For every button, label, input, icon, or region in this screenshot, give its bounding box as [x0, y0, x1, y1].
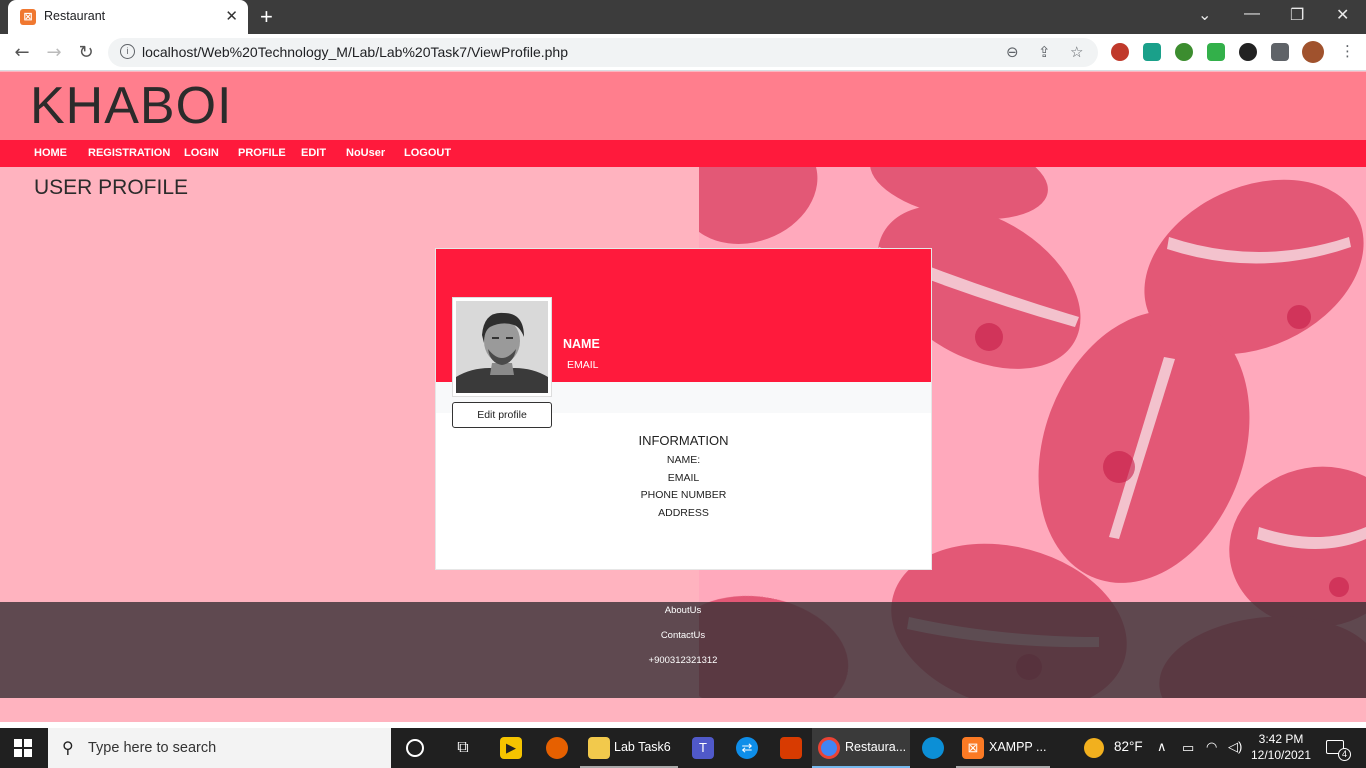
taskbar-search-box[interactable]: ⚲ Type here to search [48, 728, 391, 768]
site-header: KHABOI [0, 72, 1366, 140]
main-nav: HOME REGISTRATION LOGIN PROFILE EDIT NoU… [0, 140, 1366, 167]
volume-icon[interactable]: ◁) [1228, 739, 1244, 768]
chrome-icon [818, 737, 840, 759]
share-icon[interactable]: ⇪ [1038, 43, 1051, 61]
windows-taskbar: ⚲ Type here to search ⧉ ▶ Lab Task6 T ⇄ … [0, 728, 1366, 768]
notification-count: 4 [1338, 748, 1351, 761]
site-info-icon[interactable]: i [120, 44, 135, 59]
nav-profile[interactable]: PROFILE [238, 147, 286, 159]
cortana-icon[interactable] [400, 728, 434, 768]
xampp-favicon-icon: ⊠ [20, 9, 36, 25]
player-app-icon[interactable]: ▶ [494, 728, 528, 768]
reload-icon[interactable]: ↻ [74, 41, 98, 65]
page-title: USER PROFILE [34, 176, 189, 199]
site-logo[interactable]: KHABOI [30, 76, 233, 136]
restore-icon[interactable]: ❐ [1290, 5, 1304, 25]
battery-icon[interactable]: ▭ [1182, 740, 1198, 768]
task-view-icon[interactable]: ⧉ [446, 728, 480, 768]
tray-chevron-icon[interactable]: ∧ [1157, 739, 1171, 768]
profile-information: INFORMATION NAME: EMAIL PHONE NUMBER ADD… [436, 433, 931, 522]
extension-red-icon[interactable] [1111, 43, 1129, 61]
footer-about-link[interactable]: AboutUs [0, 605, 1366, 616]
clock[interactable]: 3:42 PM 12/10/2021 [1250, 728, 1312, 768]
xampp-icon: ⊠ [962, 737, 984, 759]
office-icon[interactable] [774, 728, 808, 768]
address-bar[interactable]: i localhost/Web%20Technology_M/Lab/Lab%2… [108, 38, 1098, 67]
footer-phone-link[interactable]: +900312321312 [0, 655, 1366, 666]
person-portrait-image [456, 301, 548, 393]
nav-home[interactable]: HOME [34, 147, 67, 159]
weather-sun-icon [1084, 738, 1104, 758]
tab-search-chevron-icon[interactable]: ⌄ [1198, 5, 1211, 25]
notification-center-icon[interactable]: 4 [1322, 728, 1352, 768]
edge-icon[interactable] [916, 728, 950, 768]
teamviewer-icon[interactable]: ⇄ [730, 728, 764, 768]
browser-menu-icon[interactable]: ⋮ [1340, 42, 1355, 60]
profile-avatar[interactable] [1302, 41, 1324, 63]
window-close-icon[interactable]: ✕ [1336, 5, 1349, 25]
footer-contact-link[interactable]: ContactUs [0, 630, 1366, 641]
back-arrow-icon[interactable]: ← [10, 41, 34, 65]
extension-27-icon[interactable] [1143, 43, 1161, 61]
taskbar-chrome-restaurant[interactable]: Restaura... [812, 728, 910, 768]
nav-nouser[interactable]: NoUser [346, 147, 385, 159]
new-tab-icon[interactable]: + [260, 4, 273, 30]
forward-arrow-icon[interactable]: → [42, 41, 66, 65]
edit-profile-button[interactable]: Edit profile [452, 402, 552, 428]
nav-registration[interactable]: REGISTRATION [88, 147, 170, 159]
firefox-icon[interactable] [540, 728, 574, 768]
info-email: EMAIL [667, 471, 700, 484]
profile-name-label: NAME [563, 337, 600, 351]
weather-widget[interactable]: 82°F [1084, 728, 1154, 768]
taskbar-search-placeholder: Type here to search [88, 740, 217, 756]
site-footer: AboutUs ContactUs +900312321312 [0, 602, 1366, 698]
taskbar-xampp[interactable]: ⊠ XAMPP ... [956, 728, 1050, 768]
extension-circle-icon[interactable] [1239, 43, 1257, 61]
tab-title: Restaurant [44, 9, 106, 23]
minimize-icon[interactable]: — [1244, 5, 1260, 23]
profile-card: NAME EMAIL Edit profile INFORMATION NAME… [435, 248, 932, 570]
browser-toolbar: ← → ↻ i localhost/Web%20Technology_M/Lab… [0, 34, 1366, 71]
extension-shield-icon[interactable] [1207, 43, 1225, 61]
folder-icon [588, 737, 610, 759]
zoom-icon[interactable]: ⊖ [1006, 43, 1019, 61]
url-text[interactable]: localhost/Web%20Technology_M/Lab/Lab%20T… [142, 44, 568, 60]
nav-logout[interactable]: LOGOUT [404, 147, 451, 159]
profile-avatar-photo [452, 297, 552, 397]
nav-login[interactable]: LOGIN [184, 147, 219, 159]
profile-email-label: EMAIL [567, 359, 599, 371]
search-icon: ⚲ [62, 738, 74, 757]
teams-icon[interactable]: T [686, 728, 720, 768]
extensions-puzzle-icon[interactable] [1271, 43, 1289, 61]
info-address: ADDRESS [658, 506, 709, 519]
extension-globe-icon[interactable] [1175, 43, 1193, 61]
wifi-icon[interactable]: ◠ [1206, 739, 1222, 768]
taskbar-lab-task6[interactable]: Lab Task6 [580, 728, 678, 768]
info-phone: PHONE NUMBER [640, 489, 727, 501]
clock-date: 12/10/2021 [1250, 748, 1312, 762]
windows-start-icon[interactable] [14, 739, 32, 757]
information-heading: INFORMATION [638, 433, 729, 448]
clock-time: 3:42 PM [1258, 732, 1304, 746]
bookmark-star-icon[interactable]: ☆ [1070, 43, 1083, 61]
browser-tab-strip: ⊠ Restaurant ✕ + ⌄ — ❐ ✕ [0, 0, 1366, 34]
tab-close-icon[interactable]: ✕ [225, 7, 238, 25]
nav-edit[interactable]: EDIT [301, 147, 326, 159]
browser-tab[interactable]: ⊠ Restaurant ✕ [8, 0, 248, 34]
info-name: NAME: [666, 454, 701, 466]
